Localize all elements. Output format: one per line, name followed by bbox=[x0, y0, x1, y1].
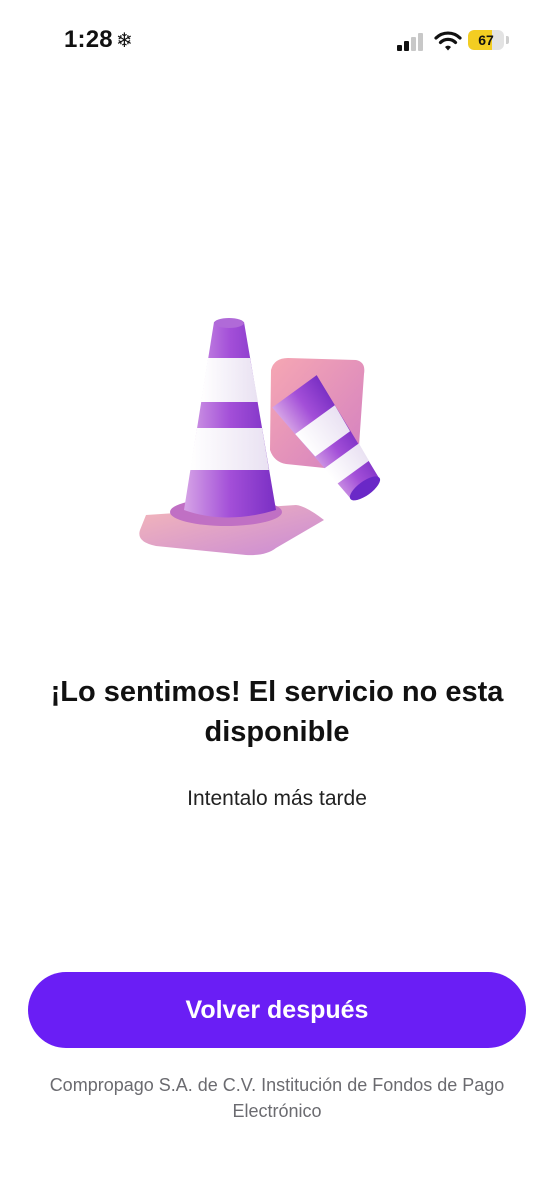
status-bar: 1:28 ❄ 67 bbox=[0, 0, 554, 84]
wifi-icon bbox=[434, 31, 462, 51]
page-title: ¡Lo sentimos! El servicio no esta dispon… bbox=[50, 676, 504, 748]
page-subtitle: Intentalo más tarde bbox=[187, 787, 367, 810]
cellular-signal-icon bbox=[397, 33, 423, 51]
battery-percent: 67 bbox=[478, 32, 494, 48]
traffic-cones-illustration bbox=[139, 318, 381, 556]
snowflake-icon: ❄ bbox=[116, 30, 133, 52]
status-time: 1:28 bbox=[64, 26, 113, 53]
battery-indicator: 67 bbox=[468, 30, 510, 52]
return-later-button[interactable]: Volver después bbox=[28, 972, 526, 1048]
legal-footer: Compropago S.A. de C.V. Institución de F… bbox=[49, 1075, 505, 1121]
